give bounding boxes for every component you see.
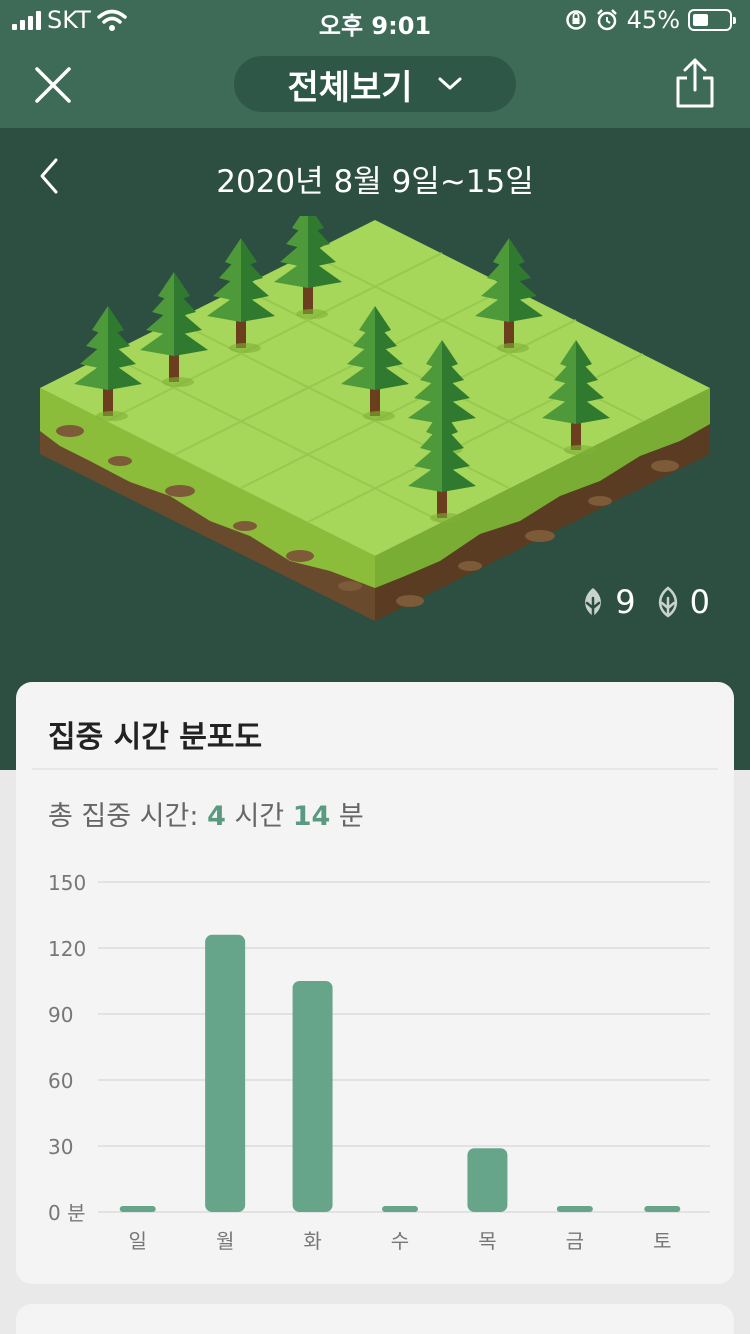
dead-tree-count-value: 0 [689, 583, 710, 621]
share-icon[interactable] [670, 56, 720, 112]
minutes-unit: 분 [338, 801, 364, 832]
healthy-tree-icon [585, 588, 602, 617]
focus-distribution-card: 집중 시간 분포도 총 집중 시간: 4 시간 14 분 0 분 30 60 90 12… [16, 682, 734, 1284]
bar [644, 1206, 681, 1212]
view-filter-dropdown[interactable]: 전체보기 [234, 56, 516, 112]
healthy-tree-count-value: 9 [615, 583, 636, 621]
bar [292, 981, 333, 1212]
forest-illustration [40, 216, 710, 621]
y-tick-label: 60 [48, 1069, 73, 1093]
y-tick-label: 30 [48, 1135, 73, 1159]
rotation-lock-icon [565, 10, 586, 30]
view-filter-label: 전체보기 [287, 67, 413, 108]
dead-tree-icon [658, 586, 677, 618]
date-range-label: 2020년 8월 9일~15일 [216, 164, 534, 200]
status-right: 45% [565, 6, 736, 34]
healthy-tree-count: 9 [579, 583, 636, 621]
hours-unit: 시간 [234, 801, 285, 832]
close-icon[interactable] [28, 60, 78, 110]
x-tick-label: 수 [391, 1229, 409, 1253]
card-title: 집중 시간 분포도 [48, 720, 263, 755]
total-hours-value: 4 [207, 801, 226, 832]
focus-bar-chart: 0 분 30 60 90 120 150 일 월 화 수 목 금 토 [48, 871, 710, 1253]
x-tick-label: 화 [303, 1229, 321, 1253]
battery-icon [688, 9, 736, 31]
y-tick-label: 150 [48, 871, 86, 895]
x-tick-label: 월 [216, 1229, 234, 1253]
x-tick-label: 일 [129, 1229, 147, 1253]
y-tick-label: 0 분 [48, 1201, 85, 1225]
bar [205, 934, 246, 1212]
next-card [16, 1304, 734, 1334]
alarm-icon [596, 9, 617, 31]
bar [382, 1206, 418, 1212]
x-tick-label: 목 [478, 1229, 496, 1253]
y-tick-label: 90 [48, 1003, 73, 1027]
battery-percent: 45% [626, 6, 680, 34]
chevron-down-icon [438, 77, 462, 90]
total-focus-prefix: 총 집중 시간: [48, 801, 199, 832]
dead-tree-count: 0 [654, 583, 710, 621]
x-tick-label: 금 [566, 1229, 584, 1253]
forest-hero: 2020년 8월 9일~15일 9 0 [0, 128, 750, 770]
bar [556, 1206, 593, 1212]
total-minutes-value: 14 [292, 801, 331, 832]
x-tick-label: 토 [653, 1229, 671, 1253]
y-tick-label: 120 [48, 937, 86, 961]
status-bar: SKT 오후 9:01 45% [0, 0, 750, 42]
bar [119, 1206, 156, 1212]
total-focus-time: 총 집중 시간: 4 시간 14 분 [48, 794, 364, 833]
tree-counts: 9 0 [579, 583, 710, 621]
card-divider [32, 768, 718, 770]
nav-bar: 전체보기 [0, 42, 750, 128]
bar [467, 1148, 508, 1212]
